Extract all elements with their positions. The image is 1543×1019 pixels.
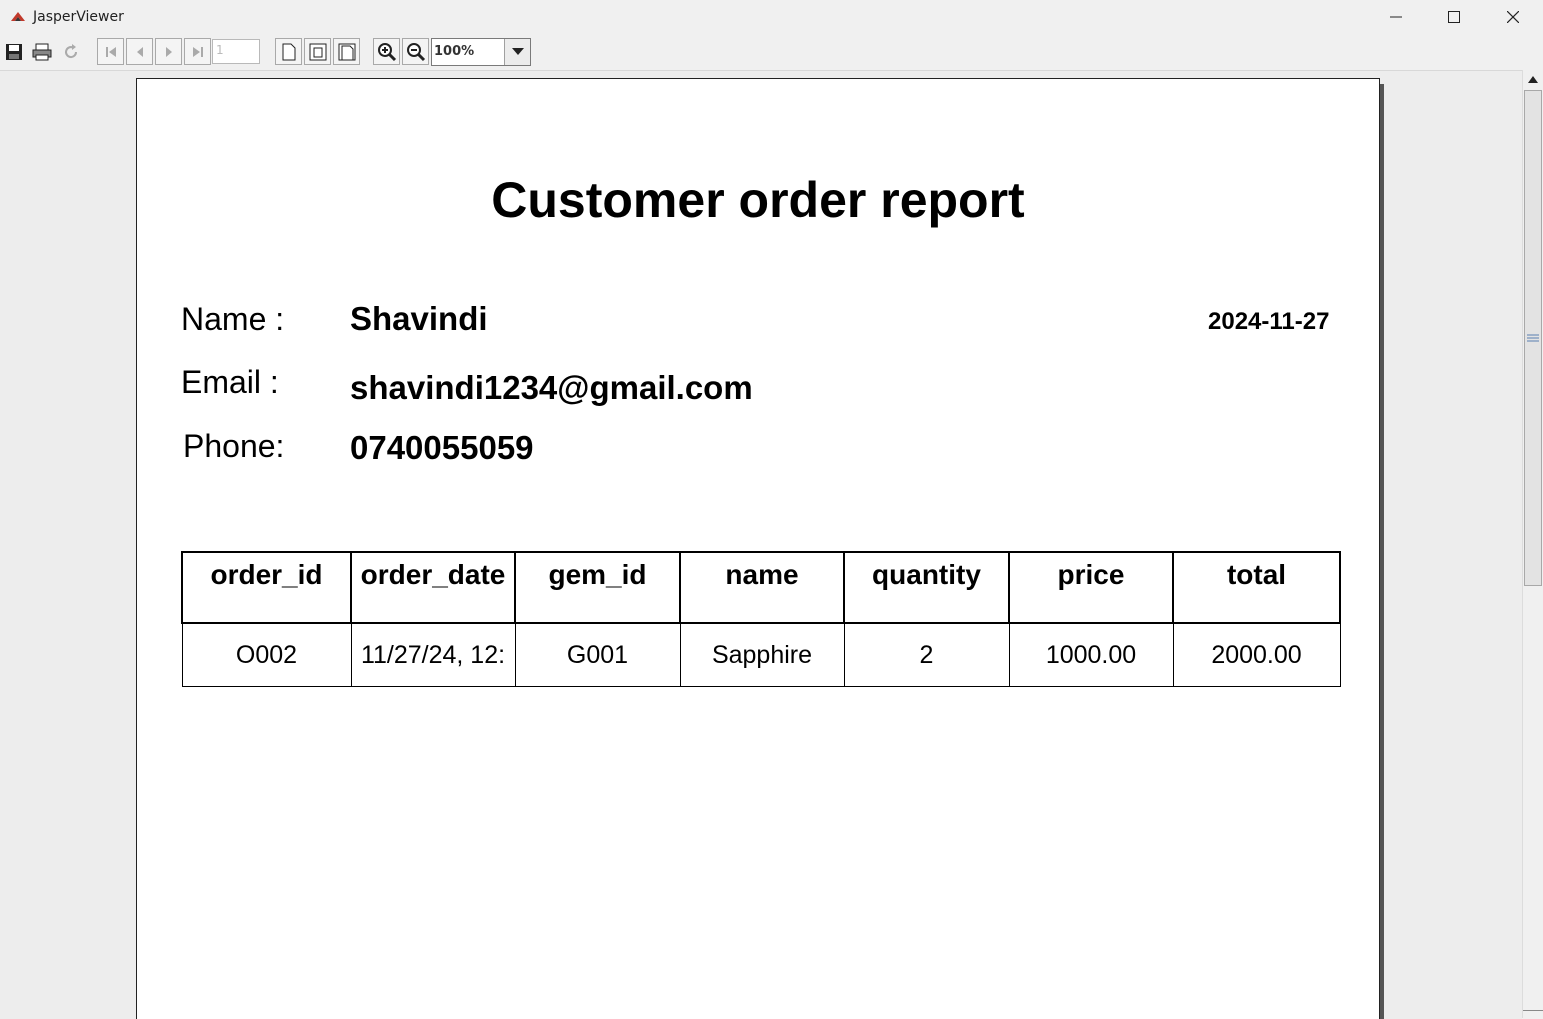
zoom-select[interactable]: 100% (431, 38, 531, 66)
actual-size-icon (282, 43, 295, 60)
report-title: Customer order report (491, 172, 1025, 228)
email-value: shavindi1234@gmail.com (350, 369, 753, 406)
minimize-button[interactable] (1367, 0, 1425, 34)
grip-icon (1527, 334, 1539, 342)
save-icon (5, 43, 22, 60)
window-title: JasperViewer (33, 9, 124, 25)
page-number-input[interactable]: 1 (212, 39, 260, 64)
zoom-value: 100% (434, 44, 475, 59)
column-header: price (1008, 551, 1174, 624)
column-header: name (679, 551, 845, 624)
table-row: O002 11/27/24, 12: G001 Sapphire 2 1000.… (181, 622, 1341, 687)
reload-icon (64, 43, 77, 58)
column-header: order_date (350, 551, 516, 624)
scroll-thumb[interactable] (1524, 90, 1542, 586)
report-viewer[interactable]: Customer order report Name : Shavindi 20… (0, 70, 1522, 1019)
first-page-icon (105, 46, 116, 57)
close-icon (1507, 11, 1519, 23)
orders-table: order_id order_date gem_id name quantity… (181, 551, 1341, 687)
name-value: Shavindi (350, 300, 488, 337)
phone-label: Phone: (183, 428, 285, 464)
last-page-button[interactable] (184, 38, 211, 65)
email-label: Email : (181, 364, 279, 400)
column-header: order_id (181, 551, 352, 624)
table-cell: 2 (843, 622, 1010, 687)
phone-value: 0740055059 (350, 429, 534, 466)
report-page: Customer order report Name : Shavindi 20… (136, 78, 1380, 1019)
table-header-row: order_id order_date gem_id name quantity… (181, 551, 1341, 624)
table-cell: G001 (514, 622, 681, 687)
first-page-button[interactable] (97, 38, 124, 65)
chevron-down-icon (511, 48, 524, 55)
jasper-logo-icon (10, 9, 26, 23)
save-button[interactable] (0, 38, 27, 65)
next-page-button[interactable] (155, 38, 182, 65)
minimize-icon (1390, 16, 1402, 18)
fit-page-button[interactable] (304, 38, 331, 65)
zoom-in-button[interactable] (373, 38, 400, 65)
reload-button[interactable] (57, 38, 84, 65)
table-cell: 2000.00 (1172, 622, 1341, 687)
zoom-in-icon (377, 42, 396, 61)
table-cell: 1000.00 (1008, 622, 1174, 687)
chevron-up-icon (1528, 75, 1538, 83)
print-button[interactable] (28, 38, 55, 65)
scroll-track-end (1523, 1010, 1543, 1011)
column-header: total (1172, 551, 1341, 624)
fit-width-icon (338, 43, 355, 60)
actual-size-button[interactable] (275, 38, 302, 65)
maximize-icon (1448, 11, 1460, 23)
zoom-dropdown-button[interactable] (504, 39, 530, 65)
vertical-scrollbar[interactable] (1522, 70, 1543, 1018)
title-bar: JasperViewer (0, 0, 1543, 34)
scroll-up-button[interactable] (1523, 70, 1543, 88)
table-cell: 11/27/24, 12: (350, 622, 516, 687)
close-button[interactable] (1484, 0, 1542, 34)
fit-page-icon (309, 43, 326, 60)
last-page-icon (192, 46, 203, 57)
print-icon (32, 43, 51, 60)
name-label: Name : (181, 301, 285, 337)
previous-page-button[interactable] (126, 38, 153, 65)
table-cell: Sapphire (679, 622, 845, 687)
maximize-button[interactable] (1425, 0, 1483, 34)
zoom-out-button[interactable] (402, 38, 429, 65)
previous-page-icon (136, 46, 143, 57)
report-date: 2024-11-27 (1208, 308, 1330, 335)
next-page-icon (165, 46, 172, 57)
fit-width-button[interactable] (333, 38, 360, 65)
column-header: gem_id (514, 551, 681, 624)
column-header: quantity (843, 551, 1010, 624)
zoom-out-icon (406, 42, 425, 61)
table-cell: O002 (181, 622, 352, 687)
